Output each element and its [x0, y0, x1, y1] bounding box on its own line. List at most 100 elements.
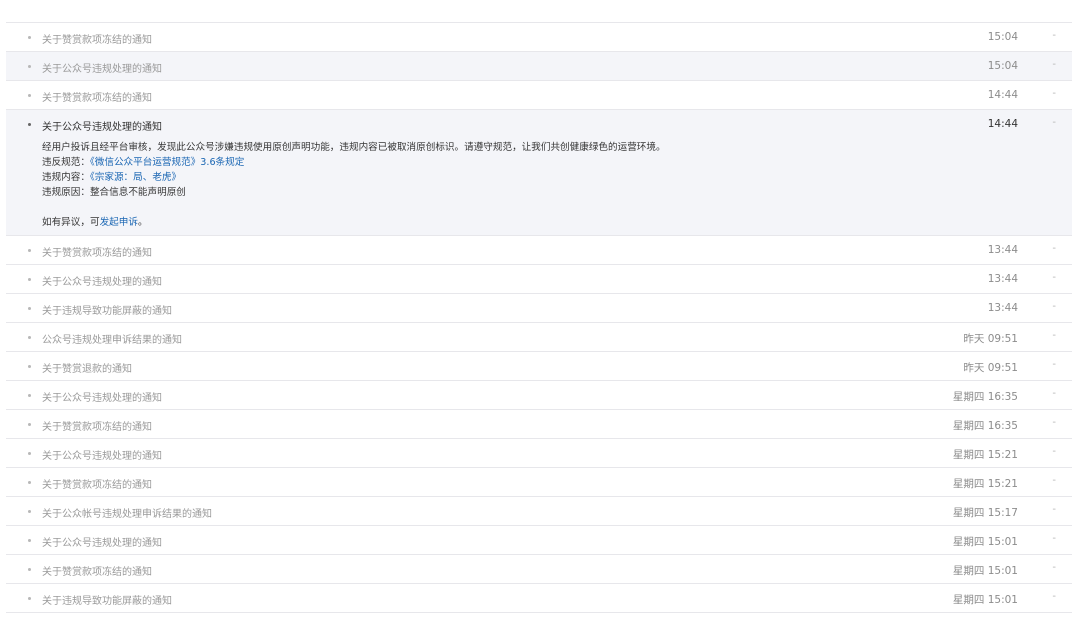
message-title: 关于赞赏款项冻结的通知	[42, 480, 152, 491]
bullet-icon	[28, 249, 31, 252]
message-row[interactable]: 关于赞赏款项冻结的通知 15:04 -	[6, 23, 1072, 52]
collapse-toggle-icon[interactable]: -	[1052, 417, 1056, 428]
message-row[interactable]: 关于赞赏款项冻结的通知 14:44 -	[6, 81, 1072, 110]
message-title: 关于公众号违规处理的通知	[42, 451, 162, 462]
appeal-link[interactable]: 发起申诉	[100, 217, 138, 228]
collapse-toggle-icon[interactable]: -	[1052, 475, 1056, 486]
message-title: 关于公众号违规处理的通知	[42, 393, 162, 404]
message-list: 关于赞赏款项冻结的通知 15:04 - 关于公众号违规处理的通知 15:04 -…	[6, 22, 1072, 613]
message-time: 13:44	[987, 273, 1018, 285]
message-time: 14:44	[987, 89, 1018, 101]
message-time: 14:44	[987, 118, 1018, 130]
message-detail: 经用户投诉且经平台审核，发现此公众号涉嫌违规使用原创声明功能，违规内容已被取消原…	[42, 140, 1012, 230]
bullet-icon	[28, 123, 31, 126]
collapse-toggle-icon[interactable]: -	[1052, 562, 1056, 573]
message-row[interactable]: 关于公众帐号违规处理申诉结果的通知 星期四 15:17 -	[6, 497, 1072, 526]
message-row[interactable]: 关于违规导致功能屏蔽的通知 13:44 -	[6, 294, 1072, 323]
rule-label: 违反规范：	[42, 157, 90, 168]
collapse-toggle-icon[interactable]: -	[1052, 59, 1056, 70]
collapse-toggle-icon[interactable]: -	[1052, 359, 1056, 370]
detail-reason: 违规原因：整合信息不能声明原创	[42, 185, 1012, 200]
bullet-icon	[28, 36, 31, 39]
message-row[interactable]: 关于公众号违规处理的通知 星期四 16:35 -	[6, 381, 1072, 410]
collapse-toggle-icon[interactable]: -	[1052, 504, 1056, 515]
message-title: 关于赞赏款项冻结的通知	[42, 248, 152, 259]
message-row[interactable]: 关于赞赏退款的通知 昨天 09:51 -	[6, 352, 1072, 381]
message-title: 关于公众号违规处理的通知	[42, 64, 162, 75]
message-title: 关于赞赏款项冻结的通知	[42, 567, 152, 578]
collapse-toggle-icon[interactable]: -	[1052, 330, 1056, 341]
rule-link[interactable]: 《微信公众平台运营规范》3.6条规定	[90, 157, 244, 168]
detail-rule: 违反规范：《微信公众平台运营规范》3.6条规定	[42, 155, 1012, 170]
message-row[interactable]: 关于赞赏款项冻结的通知 13:44 -	[6, 236, 1072, 265]
message-title: 关于公众帐号违规处理申诉结果的通知	[42, 509, 212, 520]
message-title: 公众号违规处理申诉结果的通知	[42, 335, 182, 346]
reason-label: 违规原因：	[42, 187, 90, 198]
message-time: 13:44	[987, 302, 1018, 314]
bullet-icon	[28, 278, 31, 281]
message-row[interactable]: 关于赞赏款项冻结的通知 星期四 15:01 -	[6, 555, 1072, 584]
message-title: 关于公众号违规处理的通知	[42, 277, 162, 288]
collapse-toggle-icon[interactable]: -	[1052, 117, 1056, 128]
message-time: 星期四 15:01	[952, 536, 1018, 548]
bullet-icon	[28, 336, 31, 339]
message-time: 星期四 15:21	[952, 478, 1018, 490]
message-title: 关于违规导致功能屏蔽的通知	[42, 306, 172, 317]
collapse-toggle-icon[interactable]: -	[1052, 30, 1056, 41]
message-time: 昨天 09:51	[963, 362, 1018, 374]
collapse-toggle-icon[interactable]: -	[1052, 446, 1056, 457]
message-title: 关于赞赏款项冻结的通知	[42, 422, 152, 433]
collapse-toggle-icon[interactable]: -	[1052, 533, 1056, 544]
message-row[interactable]: 关于赞赏款项冻结的通知 星期四 16:35 -	[6, 410, 1072, 439]
message-title: 关于赞赏款项冻结的通知	[42, 35, 152, 46]
bullet-icon	[28, 94, 31, 97]
detail-content: 违规内容：《宗家源：局、老虎》	[42, 170, 1012, 185]
collapse-toggle-icon[interactable]: -	[1052, 88, 1056, 99]
message-time: 星期四 15:17	[952, 507, 1018, 519]
content-link[interactable]: 《宗家源：局、老虎》	[90, 172, 181, 183]
message-title: 关于公众号违规处理的通知	[42, 538, 162, 549]
detail-intro: 经用户投诉且经平台审核，发现此公众号涉嫌违规使用原创声明功能，违规内容已被取消原…	[42, 142, 666, 153]
bullet-icon	[28, 423, 31, 426]
bullet-icon	[28, 365, 31, 368]
message-time: 星期四 15:21	[952, 449, 1018, 461]
message-time: 星期四 15:01	[952, 565, 1018, 577]
message-time: 星期四 16:35	[952, 391, 1018, 403]
bullet-icon	[28, 539, 31, 542]
message-row[interactable]: 关于违规导致功能屏蔽的通知 星期四 15:01 -	[6, 584, 1072, 613]
content-label: 违规内容：	[42, 172, 90, 183]
bullet-icon	[28, 510, 31, 513]
bullet-icon	[28, 307, 31, 310]
message-time: 昨天 09:51	[963, 333, 1018, 345]
collapse-toggle-icon[interactable]: -	[1052, 301, 1056, 312]
appeal-suffix: 。	[137, 217, 148, 228]
bullet-icon	[28, 65, 31, 68]
collapse-toggle-icon[interactable]: -	[1052, 388, 1056, 399]
message-row-expanded[interactable]: 关于公众号违规处理的通知 14:44 - 经用户投诉且经平台审核，发现此公众号涉…	[6, 110, 1072, 236]
collapse-toggle-icon[interactable]: -	[1052, 272, 1056, 283]
message-title: 关于公众号违规处理的通知	[42, 122, 162, 133]
message-row[interactable]: 关于公众号违规处理的通知 星期四 15:01 -	[6, 526, 1072, 555]
detail-appeal: 如有异议，可发起申诉。	[42, 215, 1012, 230]
message-row[interactable]: 关于公众号违规处理的通知 15:04 -	[6, 52, 1072, 81]
reason-text: 整合信息不能声明原创	[89, 187, 186, 198]
message-time: 15:04	[987, 31, 1018, 43]
message-row[interactable]: 公众号违规处理申诉结果的通知 昨天 09:51 -	[6, 323, 1072, 352]
bullet-icon	[28, 597, 31, 600]
message-time: 15:04	[987, 60, 1018, 72]
message-time: 星期四 16:35	[952, 420, 1018, 432]
message-title: 关于赞赏退款的通知	[42, 364, 132, 375]
appeal-prefix: 如有异议，可	[42, 217, 100, 228]
message-row[interactable]: 关于赞赏款项冻结的通知 星期四 15:21 -	[6, 468, 1072, 497]
bullet-icon	[28, 568, 31, 571]
message-time: 13:44	[987, 244, 1018, 256]
bullet-icon	[28, 481, 31, 484]
collapse-toggle-icon[interactable]: -	[1052, 243, 1056, 254]
collapse-toggle-icon[interactable]: -	[1052, 591, 1056, 602]
message-title: 关于赞赏款项冻结的通知	[42, 93, 152, 104]
message-time: 星期四 15:01	[952, 594, 1018, 606]
message-row[interactable]: 关于公众号违规处理的通知 星期四 15:21 -	[6, 439, 1072, 468]
bullet-icon	[28, 394, 31, 397]
message-row[interactable]: 关于公众号违规处理的通知 13:44 -	[6, 265, 1072, 294]
